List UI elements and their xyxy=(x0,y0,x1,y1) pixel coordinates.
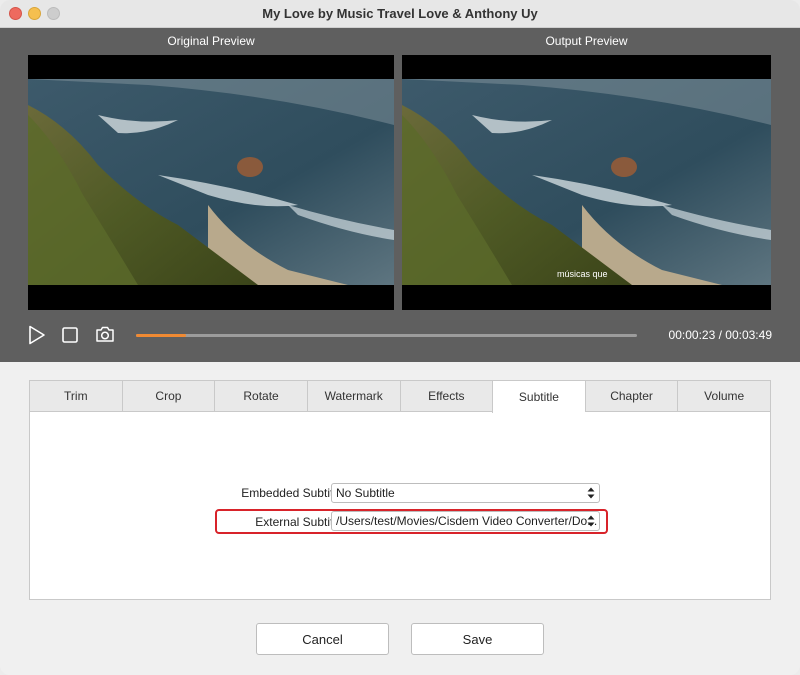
tab-watermark[interactable]: Watermark xyxy=(306,380,400,412)
subtitle-tab-panel: Embedded Subtitles: No Subtitle External… xyxy=(29,411,771,600)
updown-chevron-icon xyxy=(587,515,595,527)
tab-effects[interactable]: Effects xyxy=(399,380,493,412)
tab-trim[interactable]: Trim xyxy=(29,380,122,412)
timecode: 00:00:23 / 00:03:49 xyxy=(650,328,772,342)
preview-area: Original Preview Output Preview músicas … xyxy=(0,28,800,362)
output-subtitle-text: músicas que xyxy=(557,269,608,279)
current-time: 00:00:23 xyxy=(668,328,716,342)
playback-progress-slider[interactable] xyxy=(136,334,637,337)
video-editor-window: My Love by Music Travel Love & Anthony U… xyxy=(0,0,800,675)
updown-chevron-icon xyxy=(587,487,595,499)
stop-icon[interactable] xyxy=(62,327,78,343)
embedded-subtitles-select[interactable]: No Subtitle xyxy=(331,483,600,503)
tab-subtitle[interactable]: Subtitle xyxy=(492,380,585,413)
original-preview-label: Original Preview xyxy=(167,34,255,48)
play-icon[interactable] xyxy=(28,325,46,345)
output-preview-label: Output Preview xyxy=(545,34,628,48)
external-subtitles-select[interactable]: /Users/test/Movies/Cisdem Video Converte… xyxy=(331,511,600,531)
tab-chapter[interactable]: Chapter xyxy=(584,380,678,412)
tab-volume[interactable]: Volume xyxy=(677,380,771,412)
tab-rotate[interactable]: Rotate xyxy=(214,380,307,412)
window-title: My Love by Music Travel Love & Anthony U… xyxy=(262,6,538,21)
tab-crop[interactable]: Crop xyxy=(121,380,215,412)
cancel-button[interactable]: Cancel xyxy=(256,623,389,655)
coastline-video-frame xyxy=(28,55,394,310)
playback-progress-fill xyxy=(136,334,187,337)
edit-tabs: Trim Crop Rotate Watermark Effects Subtitle Ch… xyxy=(29,380,771,413)
embedded-subtitles-value: No Subtitle xyxy=(336,486,395,500)
save-button[interactable]: Save xyxy=(411,623,544,655)
external-subtitles-value: /Users/test/Movies/Cisdem Video Converte… xyxy=(336,514,598,528)
title-bar: My Love by Music Travel Love & Anthony U… xyxy=(0,0,800,28)
time-separator: / xyxy=(715,328,726,342)
total-time: 00:03:49 xyxy=(725,328,772,342)
original-video-preview xyxy=(28,55,394,310)
camera-icon[interactable] xyxy=(95,325,115,343)
output-video-preview: músicas que xyxy=(402,55,771,310)
